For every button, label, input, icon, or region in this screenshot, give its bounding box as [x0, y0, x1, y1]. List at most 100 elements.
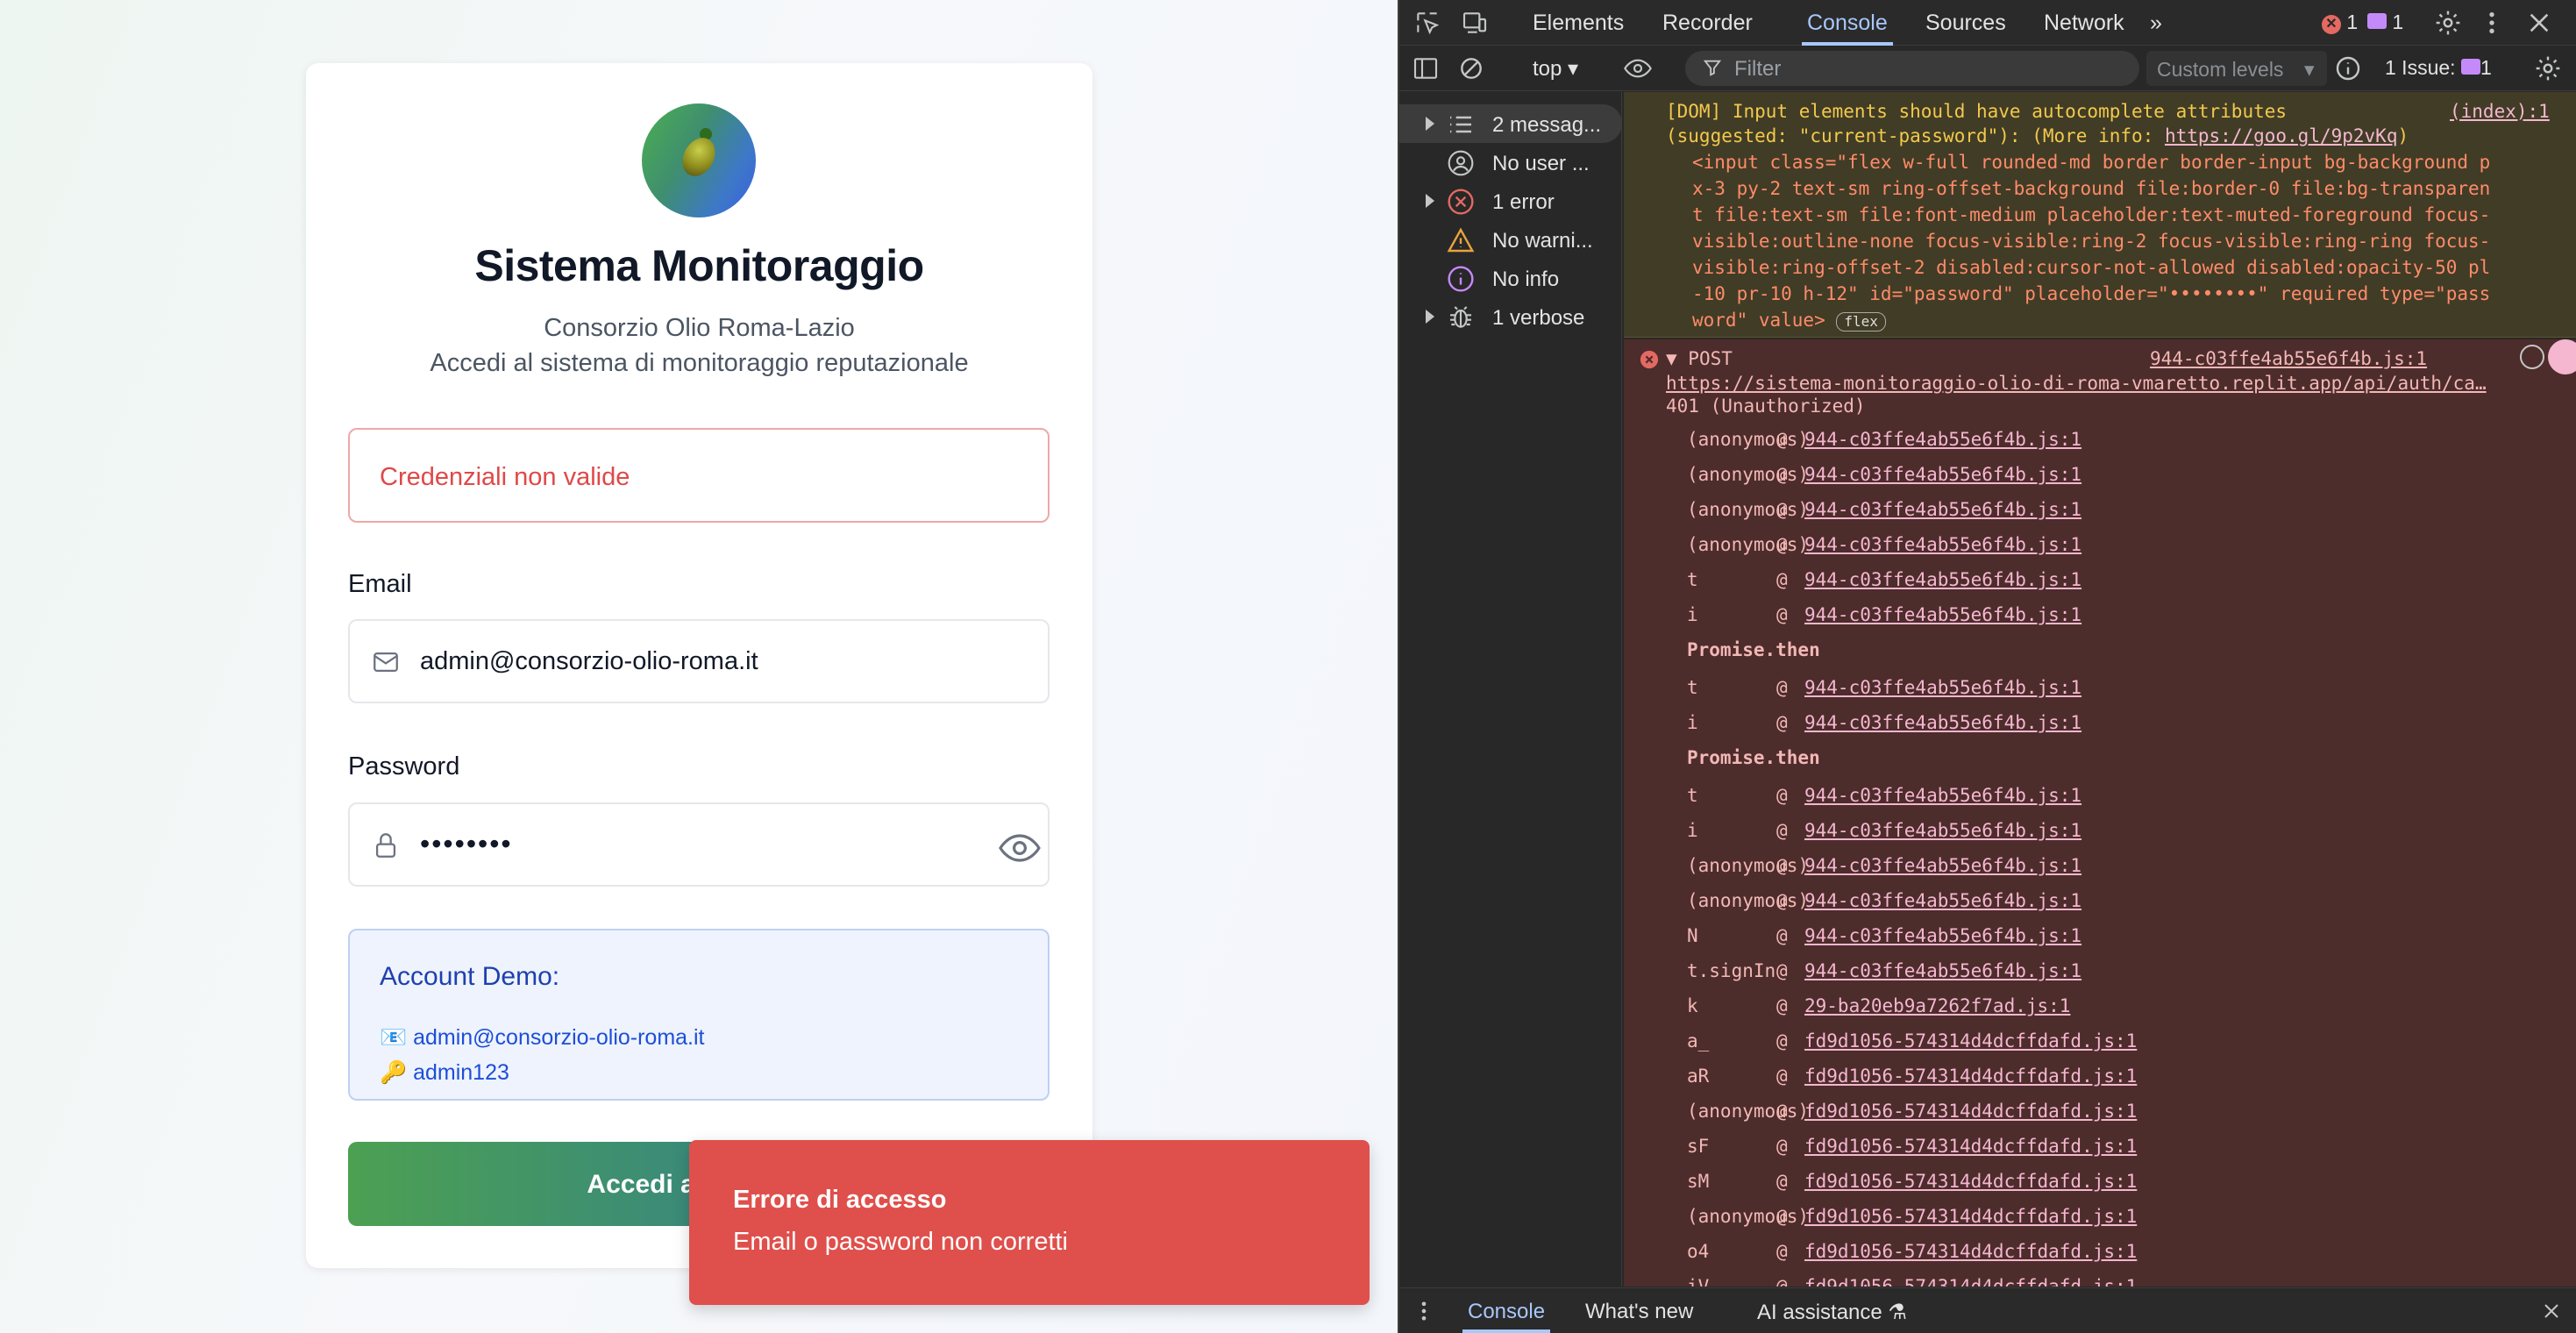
warning-text-line2: (suggested: "current-password"): (More i… — [1666, 125, 2409, 146]
warning-icon — [1447, 227, 1475, 253]
ai-insights-icon[interactable] — [2548, 339, 2576, 374]
stack-at-symbol: @ — [1776, 1276, 1788, 1287]
settings-gear-icon[interactable] — [2434, 9, 2462, 37]
expand-arrow-icon[interactable] — [1426, 194, 1434, 208]
error-header[interactable]: ▼ POST — [1666, 348, 1733, 369]
stack-source-link[interactable]: 944-c03ffe4ab55e6f4b.js:1 — [1804, 960, 2081, 981]
info-icon[interactable] — [2334, 54, 2362, 82]
tab-console[interactable]: Console — [1802, 11, 1893, 46]
error-x-icon — [1640, 350, 1659, 369]
sidebar-item-errors[interactable]: 1 error — [1399, 182, 1622, 220]
console-settings-icon[interactable] — [2534, 54, 2562, 82]
stack-at-symbol: @ — [1776, 1206, 1788, 1227]
info-circle-icon — [1448, 266, 1474, 292]
stack-at-symbol: @ — [1776, 785, 1788, 806]
more-tabs-chevron-icon[interactable]: » — [2150, 11, 2162, 36]
sidebar-item-warnings[interactable]: No warni... — [1399, 220, 1622, 259]
stack-source-link[interactable]: 944-c03ffe4ab55e6f4b.js:1 — [1804, 429, 2081, 450]
password-label: Password — [348, 752, 460, 781]
code-line: visible:outline-none focus-visible:ring-… — [1692, 231, 2491, 252]
error-toast[interactable]: Errore di accesso Email o password non c… — [689, 1140, 1370, 1305]
live-expression-eye-icon[interactable] — [1624, 54, 1652, 82]
console-error-message[interactable]: ▼ POST 944-c03ffe4ab55e6f4b.js:1 https:/… — [1624, 339, 2576, 1287]
console-toolbar: top ▾ Filter Custom levels ▾ 1 Issue: 1 — [1399, 46, 2576, 91]
stack-function: i — [1687, 712, 1698, 733]
error-count-badge[interactable]: ✕ 1 — [2322, 11, 2358, 34]
code-line: visible:ring-offset-2 disabled:cursor-no… — [1692, 257, 2491, 278]
log-levels-dropdown[interactable]: Custom levels ▾ — [2146, 51, 2327, 86]
tab-elements[interactable]: Elements — [1533, 11, 1624, 36]
toggle-sidebar-icon[interactable] — [1412, 54, 1440, 82]
inspect-element-icon[interactable] — [1413, 9, 1441, 37]
error-source-link[interactable]: 944-c03ffe4ab55e6f4b.js:1 — [2150, 348, 2427, 369]
stack-source-link[interactable]: 944-c03ffe4ab55e6f4b.js:1 — [1804, 464, 2081, 485]
issues-count: 1 — [2480, 56, 2492, 79]
stack-source-link[interactable]: 944-c03ffe4ab55e6f4b.js:1 — [1804, 604, 2081, 625]
page-subtitle: Accedi al sistema di monitoraggio reputa… — [430, 349, 969, 377]
drawer-tab-ai-assistance[interactable]: AI assistance ⚗ — [1757, 1300, 1907, 1325]
email-value: admin@consorzio-olio-roma.it — [420, 647, 758, 675]
drawer-tab-whats-new[interactable]: What's new — [1585, 1300, 1693, 1324]
filter-input[interactable]: Filter — [1685, 51, 2139, 86]
mail-icon — [374, 652, 398, 673]
stack-source-link[interactable]: 944-c03ffe4ab55e6f4b.js:1 — [1804, 499, 2081, 520]
stack-source-link[interactable]: 29-ba20eb9a7262f7ad.js:1 — [1804, 995, 2070, 1016]
stack-source-link[interactable]: fd9d1056-574314d4dcffdafd.js:1 — [1804, 1171, 2137, 1192]
show-password-eye-icon[interactable] — [999, 830, 1041, 866]
stack-source-link[interactable]: fd9d1056-574314d4dcffdafd.js:1 — [1804, 1136, 2137, 1157]
issue-message-icon — [2460, 59, 2480, 75]
stack-source-link[interactable]: 944-c03ffe4ab55e6f4b.js:1 — [1804, 534, 2081, 555]
error-url-link[interactable]: https://sistema-monitoraggio-olio-di-rom… — [1666, 373, 2487, 394]
stack-at-symbol: @ — [1776, 677, 1788, 698]
error-count: 1 — [2346, 11, 2359, 33]
device-toolbar-icon[interactable] — [1461, 9, 1489, 37]
sidebar-item-user-messages[interactable]: No user ... — [1399, 143, 1622, 182]
stack-source-link[interactable]: 944-c03ffe4ab55e6f4b.js:1 — [1804, 712, 2081, 733]
issues-counter[interactable]: 1 Issue: 1 — [2385, 56, 2492, 80]
error-status: 401 (Unauthorized) — [1666, 396, 1866, 417]
stack-source-link[interactable]: 944-c03ffe4ab55e6f4b.js:1 — [1804, 855, 2081, 876]
close-drawer-icon[interactable] — [2541, 1301, 2562, 1322]
context-selector[interactable]: top ▾ — [1533, 56, 1578, 82]
drawer-tab-console[interactable]: Console — [1462, 1300, 1551, 1333]
warning-source-link[interactable]: (index):1 — [2450, 101, 2550, 122]
stack-source-link[interactable]: fd9d1056-574314d4dcffdafd.js:1 — [1804, 1206, 2137, 1227]
password-field[interactable]: •••••••• — [348, 802, 1050, 887]
stack-function: o4 — [1687, 1241, 1710, 1262]
network-request-icon[interactable] — [2520, 345, 2544, 369]
stack-source-link[interactable]: fd9d1056-574314d4dcffdafd.js:1 — [1804, 1276, 2137, 1287]
stack-source-link[interactable]: 944-c03ffe4ab55e6f4b.js:1 — [1804, 677, 2081, 698]
stack-source-link[interactable]: 944-c03ffe4ab55e6f4b.js:1 — [1804, 569, 2081, 590]
stack-at-symbol: @ — [1776, 1241, 1788, 1262]
close-devtools-icon[interactable] — [2525, 9, 2553, 37]
stack-source-link[interactable]: fd9d1056-574314d4dcffdafd.js:1 — [1804, 1241, 2137, 1262]
email-field[interactable]: admin@consorzio-olio-roma.it — [348, 619, 1050, 703]
more-options-icon[interactable] — [2478, 9, 2506, 37]
tab-recorder[interactable]: Recorder — [1662, 11, 1753, 36]
tab-network[interactable]: Network — [2044, 11, 2124, 36]
sidebar-item-label: No user ... — [1492, 152, 1590, 175]
sidebar-item-verbose[interactable]: 1 verbose — [1399, 297, 1622, 336]
stack-source-link[interactable]: 944-c03ffe4ab55e6f4b.js:1 — [1804, 785, 2081, 806]
stack-source-link[interactable]: 944-c03ffe4ab55e6f4b.js:1 — [1804, 820, 2081, 841]
clear-console-icon[interactable] — [1457, 54, 1485, 82]
stack-source-link[interactable]: fd9d1056-574314d4dcffdafd.js:1 — [1804, 1030, 2137, 1051]
sidebar-item-label: 1 error — [1492, 190, 1555, 214]
stack-function: t — [1687, 569, 1698, 590]
drawer-menu-icon[interactable] — [1412, 1299, 1436, 1323]
stack-function: a_ — [1687, 1030, 1710, 1051]
stack-source-link[interactable]: fd9d1056-574314d4dcffdafd.js:1 — [1804, 1101, 2137, 1122]
tab-sources[interactable]: Sources — [1925, 11, 2006, 36]
stack-source-link[interactable]: fd9d1056-574314d4dcffdafd.js:1 — [1804, 1066, 2137, 1087]
sidebar-item-messages[interactable]: 2 messag... — [1399, 104, 1622, 143]
console-warning-message[interactable]: [DOM] Input elements should have autocom… — [1624, 92, 2576, 338]
expand-arrow-icon[interactable] — [1426, 117, 1434, 131]
sidebar-item-info[interactable]: No info — [1399, 259, 1622, 297]
flex-badge[interactable]: flex — [1836, 312, 1886, 331]
expand-arrow-icon[interactable] — [1426, 310, 1434, 324]
stack-source-link[interactable]: 944-c03ffe4ab55e6f4b.js:1 — [1804, 890, 2081, 911]
message-count-badge[interactable]: 1 — [2367, 11, 2403, 34]
stack-at-symbol: @ — [1776, 1136, 1788, 1157]
stack-source-link[interactable]: 944-c03ffe4ab55e6f4b.js:1 — [1804, 925, 2081, 946]
more-info-link[interactable]: https://goo.gl/9p2vKq — [2165, 125, 2398, 146]
